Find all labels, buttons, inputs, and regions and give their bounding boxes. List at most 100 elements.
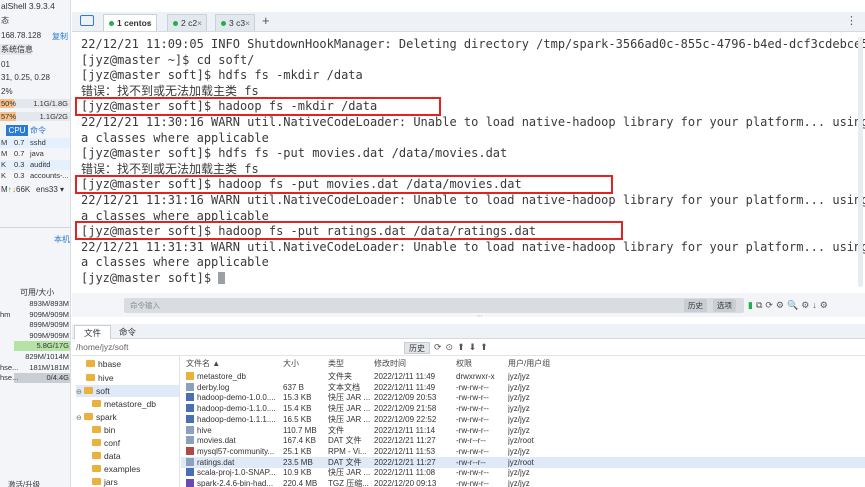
tab-centos[interactable]: 1 centos × (103, 14, 157, 31)
close-icon[interactable]: × (197, 15, 202, 31)
file-size: 220.4 MB (283, 479, 318, 487)
process-row[interactable]: M 0.7 sshd (0, 138, 70, 148)
disk-row: 899M/909M (29, 320, 69, 330)
terminal-scrollbar[interactable] (858, 37, 863, 287)
expand-icon[interactable]: ⊖ (76, 387, 84, 399)
file-size: 110.7 MB (283, 425, 317, 435)
tree-item-soft[interactable]: ⊖ soft (76, 385, 179, 399)
tgz-icon (186, 479, 194, 487)
tab-files[interactable]: 文件 (74, 325, 112, 339)
disk-row: 909M/909M (29, 330, 69, 340)
tab-menu-icon[interactable]: ⋮ (846, 14, 857, 27)
jar-icon (186, 414, 194, 423)
jar-icon (186, 404, 194, 413)
folder-icon (92, 439, 101, 446)
file-perm: -rw-rw-r-- (456, 425, 489, 435)
tree-item-hive[interactable]: hive (86, 372, 114, 384)
file-type: 文件夹 (328, 372, 352, 381)
add-tab-icon[interactable]: + (262, 13, 270, 28)
file-type: 快压 JAR ... (328, 414, 371, 424)
memory-percent: 50% (1, 99, 17, 108)
file-mtime: 2022/12/21 11:27 (374, 436, 436, 446)
path-tools-icon[interactable]: ⟳⊙⬆⬇⬆ (434, 342, 492, 353)
cmdbar-tools-icon[interactable]: ▮⧉⟳⚙🔍⚙↓⚙ (748, 300, 831, 311)
tree-item-bin[interactable]: bin (92, 424, 115, 436)
expand-icon[interactable]: ⊖ (76, 413, 84, 425)
options-button[interactable]: 选项 (713, 299, 736, 312)
file-row[interactable]: hadoop-demo-1.1.0.... 15.4 KB 快压 JAR ... 20… (181, 403, 865, 414)
file-row[interactable]: hadoop-demo-1.0.0.... 15.3 KB 快压 JAR ... 20… (181, 392, 865, 403)
file-type: 快压 JAR ... (328, 393, 371, 403)
tab-commands[interactable]: 命令 (110, 325, 145, 339)
tree-item-metastore[interactable]: metastore_db (92, 398, 156, 410)
file-size: 167.4 KB (283, 436, 316, 446)
history-button[interactable]: 历史 (684, 299, 707, 312)
close-icon[interactable]: × (147, 15, 152, 31)
process-row[interactable]: M 0.7 java (0, 149, 70, 159)
memory-value: 1.1G/1.8G (33, 99, 68, 108)
col-size[interactable]: 大小 (283, 358, 299, 369)
file-row[interactable]: hive 110.7 MB 文件 2022/12/11 11:14 -rw-rw-r--… (181, 425, 865, 436)
disk-row: hm 909M/909M (0, 309, 69, 319)
terminal-line: 错误：找不到或无法加载主类 fs (81, 83, 259, 98)
file-row[interactable]: movies.dat 167.4 KB DAT 文件 2022/12/21 11:27… (181, 435, 865, 446)
col-perm[interactable]: 权限 (456, 358, 472, 369)
file-owner: jyz/root (508, 457, 534, 467)
tab-c3[interactable]: 3 c3 × (215, 14, 255, 31)
col-mtime[interactable]: 修改时间 (374, 358, 406, 369)
file-owner: jyz/root (508, 436, 534, 446)
path-history-button[interactable]: 历史 (404, 342, 430, 354)
col-name[interactable]: 文件名 ▲ (186, 358, 220, 369)
command-sort-tab[interactable]: 命令 (30, 125, 46, 136)
network-graph (0, 198, 70, 228)
path-input[interactable]: /home/jyz/soft (76, 342, 128, 352)
highlight-box (75, 97, 441, 116)
col-type[interactable]: 类型 (328, 358, 344, 369)
process-row[interactable]: K 0.3 auditd (0, 160, 70, 170)
file-type: 文件 (328, 425, 344, 435)
tree-item-conf[interactable]: conf (92, 437, 120, 449)
process-row[interactable]: K 0.3 accounts-... (0, 171, 70, 181)
file-list: 文件名 ▲ 大小 类型 修改时间 权限 用户/用户组 metastore_db 文… (181, 356, 865, 487)
file-perm: -rw-r--r-- (456, 457, 486, 467)
terminal-line: 22/12/21 11:31:31 WARN util.NativeCodeLo… (81, 239, 865, 254)
file-row[interactable]: metastore_db 文件夹 2022/12/11 11:49 drwxrwxr-… (181, 371, 865, 382)
cpu-sort-tab[interactable]: CPU (6, 125, 28, 136)
resize-handle-icon[interactable]: ⋯ (476, 312, 483, 320)
terminal-line: 错误：找不到或无法加载主类 fs (81, 161, 259, 176)
host-ip: 168.78.128 (1, 31, 42, 40)
close-icon[interactable]: × (245, 15, 250, 31)
tree-item-data[interactable]: data (92, 450, 121, 462)
upgrade-link[interactable]: 激活/升级 (8, 479, 40, 487)
doc-icon (186, 425, 194, 434)
file-row[interactable]: scala-proj-1.0-SNAP... 10.9 KB 快压 JAR ... 2… (181, 467, 865, 478)
folder-icon (186, 372, 194, 380)
terminal-output[interactable]: 22/12/21 11:09:05 INFO ShutdownHookManag… (72, 33, 865, 293)
tree-item-jars[interactable]: jars (92, 476, 118, 487)
tab-c2[interactable]: 2 c2 × (167, 14, 207, 31)
tree-item-hbase[interactable]: hbase (86, 358, 121, 370)
file-row[interactable]: hadoop-demo-1.1.1.... 16.5 KB 快压 JAR ... 20… (181, 414, 865, 425)
sysinfo-button[interactable]: 系统信息 (0, 44, 33, 55)
folder-icon (84, 413, 93, 420)
file-owner: jyz/jyz (508, 479, 530, 487)
tree-item-examples[interactable]: examples (92, 463, 140, 475)
file-row[interactable]: derby.log 637 B 文本文档 2022/12/11 11:49 -rw-rw… (181, 382, 865, 393)
folder-open-icon[interactable] (80, 15, 94, 26)
file-row[interactable]: mysql57-community... 25.1 KB RPM - Vi... 20… (181, 446, 865, 457)
command-input[interactable]: 命令输入 (124, 298, 744, 313)
tree-item-spark[interactable]: ⊖ spark (76, 411, 117, 423)
copy-ip-link[interactable]: 复制 (52, 31, 68, 42)
file-row[interactable]: spark-2.4.6-bin-had... 220.4 MB TGZ 压缩... 2… (181, 478, 865, 487)
file-row[interactable]: ratings.dat 23.5 MB DAT 文件 2022/12/21 11:27… (181, 456, 865, 468)
terminal-cursor (218, 272, 226, 284)
col-owner[interactable]: 用户/用户组 (508, 358, 550, 369)
connected-dot-icon (221, 21, 226, 26)
local-label[interactable]: 本机 (54, 234, 70, 245)
file-name: hadoop-demo-1.1.0.... (197, 404, 276, 414)
net-up: M↑ (1, 185, 12, 194)
file-panel-tabs: 文件 命令 (72, 324, 865, 339)
folder-icon (92, 452, 101, 459)
net-interface-select[interactable]: ens33 ▾ (36, 185, 64, 194)
file-type: RPM - Vi... (328, 446, 367, 456)
